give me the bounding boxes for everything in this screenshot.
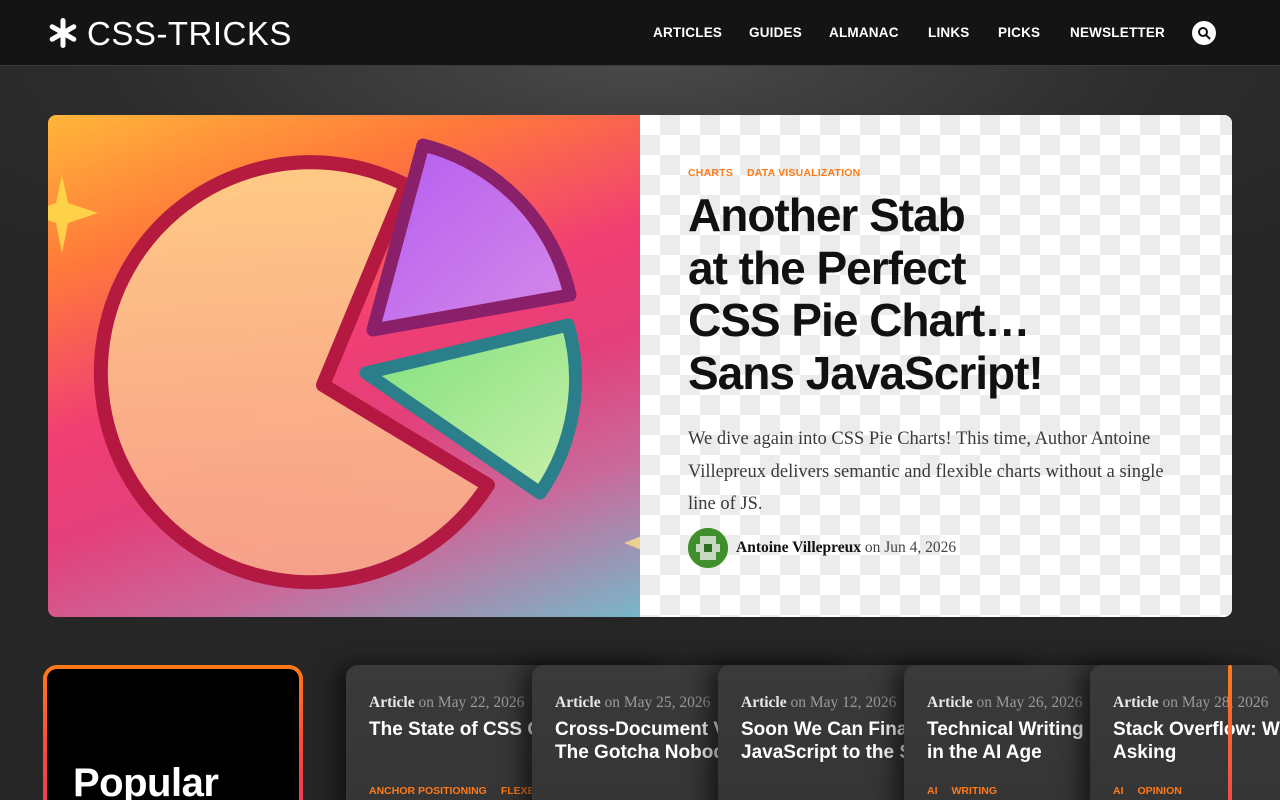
card-title[interactable]: Technical Writing in the AI Age (927, 718, 1097, 764)
tag-data-visualization[interactable]: DATA VISUALIZATION (747, 167, 860, 179)
hero-title[interactable]: Another Stab at the Perfect CSS Pie Char… (688, 189, 1188, 399)
popular-title: Popular (73, 761, 219, 800)
card-meta: Article on May 28, 2026 (1113, 694, 1269, 711)
nav-newsletter[interactable]: NEWSLETTER (1070, 25, 1165, 40)
card-tag[interactable]: ANCHOR POSITIONING (369, 785, 487, 797)
hero-title-line: CSS Pie Chart… (688, 294, 1030, 346)
card-tag[interactable]: WRITING (952, 785, 998, 797)
site-logo[interactable]: CSS-TRICKS (47, 15, 292, 51)
card-tags: AI WRITING (927, 785, 997, 797)
popular-section: Popular (43, 665, 303, 800)
card-tag[interactable]: AI (1113, 785, 1124, 797)
nav-guides[interactable]: GUIDES (749, 25, 802, 40)
card-tags: AI OPINION (1113, 785, 1182, 797)
pie-chart-illustration (48, 138, 672, 590)
hero-illustration (48, 115, 672, 617)
author-avatar[interactable] (688, 528, 728, 568)
hero-byline: Antoine Villepreux on Jun 4, 2026 (688, 528, 956, 568)
hero-excerpt: We dive again into CSS Pie Charts! This … (688, 429, 1164, 514)
nav-articles[interactable]: ARTICLES (653, 25, 722, 40)
hero-tags: CHARTS DATA VISUALIZATION (688, 167, 860, 179)
hero-title-line: Sans JavaScript! (688, 346, 1044, 399)
card-title[interactable]: Stack Overflow: When We Stop Asking (1113, 718, 1280, 764)
publish-date: on Jun 4, 2026 (861, 539, 957, 556)
featured-article[interactable]: CHARTS DATA VISUALIZATION Another Stab a… (48, 115, 1232, 617)
nav-links[interactable]: LINKS (928, 25, 970, 40)
card-tags: ANCHOR POSITIONING FLEXBOX (369, 785, 550, 797)
card-meta: Article on May 25, 2026 (555, 694, 711, 711)
identicon-icon (688, 528, 728, 568)
search-icon (1198, 27, 1211, 40)
author-link[interactable]: Antoine Villepreux (736, 539, 861, 556)
card-meta: Article on May 22, 2026 (369, 694, 525, 711)
hero-title-line: at the Perfect (688, 241, 966, 294)
nav-picks[interactable]: PICKS (998, 25, 1040, 40)
tag-charts[interactable]: CHARTS (688, 167, 733, 179)
card-meta: Article on May 12, 2026 (741, 694, 897, 711)
search-button[interactable] (1192, 21, 1216, 45)
card-tag[interactable]: AI (927, 785, 938, 797)
hero-title-line: Another Stab (688, 189, 966, 241)
article-card[interactable]: Article on May 28, 2026 Stack Overflow: … (1090, 665, 1280, 800)
card-tag[interactable]: OPINION (1138, 785, 1182, 797)
nav-almanac[interactable]: ALMANAC (829, 25, 899, 40)
hero-content: CHARTS DATA VISUALIZATION Another Stab a… (640, 115, 1232, 617)
logo-text: CSS-TRICKS (87, 14, 292, 52)
site-header: CSS-TRICKS ARTICLES GUIDES ALMANAC LINKS… (0, 0, 1280, 66)
card-meta: Article on May 26, 2026 (927, 694, 1083, 711)
card-stack-accent (1228, 665, 1232, 800)
asterisk-logo-icon (49, 18, 77, 48)
